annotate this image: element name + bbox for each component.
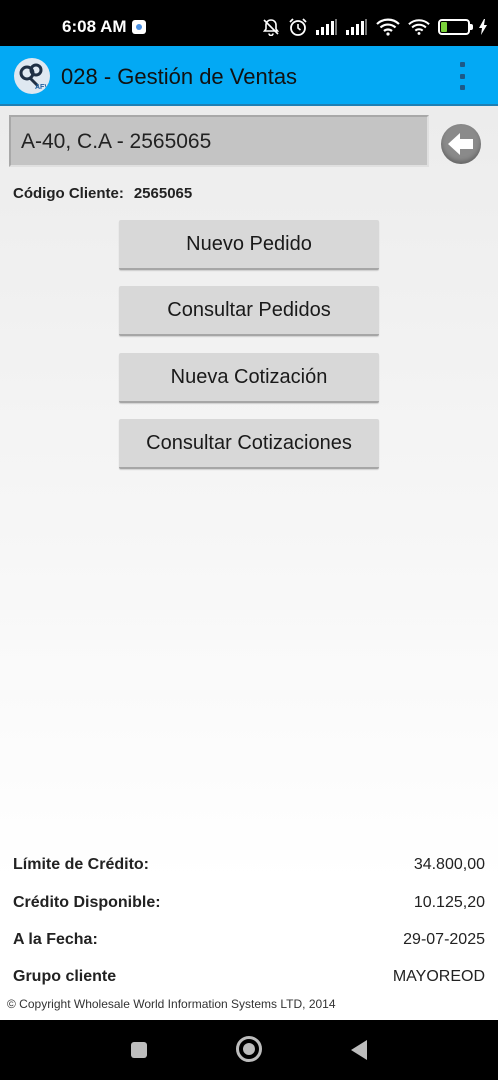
credit-limit-row: Límite de Crédito: 34.800,00 — [13, 856, 485, 880]
new-order-button[interactable]: Nuevo Pedido — [119, 220, 379, 270]
app-logo-icon: AFV — [14, 58, 50, 94]
client-code-value: 2565065 — [133, 185, 193, 202]
status-time: 6:08 AM — [62, 17, 127, 36]
wifi-icon — [376, 18, 400, 36]
home-icon[interactable] — [236, 1036, 262, 1062]
app-title: 028 - Gestión de Ventas — [61, 64, 298, 89]
signal-icon-2 — [346, 19, 367, 35]
copyright-text: © Copyright Wholesale World Information … — [7, 997, 336, 1011]
view-quotes-button[interactable]: Consultar Cotizaciones — [119, 419, 379, 469]
client-group-value: MAYOREOD — [392, 968, 485, 985]
app-logo-text: AFV — [35, 84, 49, 91]
new-quote-button[interactable]: Nueva Cotización — [119, 353, 379, 403]
date-value: 29-07-2025 — [403, 931, 485, 948]
client-name-field: A-40, C.A - 2565065 — [9, 115, 429, 167]
bell-off-icon — [262, 19, 280, 36]
back-arrow-icon — [448, 133, 473, 155]
credit-available-label: Crédito Disponible: — [13, 894, 161, 911]
recent-apps-icon[interactable] — [131, 1042, 147, 1058]
alarm-icon — [289, 18, 307, 36]
credit-available-value: 10.125,20 — [413, 894, 485, 911]
credit-limit-value: 34.800,00 — [413, 856, 485, 873]
system-nav-bar — [0, 1020, 498, 1080]
status-icons: 30 — [262, 16, 488, 38]
client-group-label: Grupo cliente — [13, 968, 117, 985]
client-code-row: Código Cliente: 2565065 — [13, 185, 192, 202]
status-bar: 6:08 AM 30 — [0, 0, 498, 46]
credit-limit-label: Límite de Crédito: — [13, 856, 150, 873]
client-group-row: Grupo cliente MAYOREOD — [13, 968, 485, 992]
signal-icon — [316, 19, 337, 35]
main-content: A-40, C.A - 2565065 Código Cliente: 25650… — [0, 106, 498, 1020]
back-arrow-button[interactable] — [441, 124, 481, 164]
credit-available-row: Crédito Disponible: 10.125,20 — [13, 894, 485, 918]
wifi-icon-2 — [408, 19, 430, 35]
battery-level: 30 — [447, 20, 461, 32]
date-label: A la Fecha: — [13, 931, 98, 948]
client-name: A-40, C.A - 2565065 — [21, 130, 212, 153]
app-bar: AFV 028 - Gestión de Ventas — [0, 46, 498, 106]
date-row: A la Fecha: 29-07-2025 — [13, 931, 485, 955]
battery-icon: 30 — [438, 19, 473, 35]
overflow-menu-icon[interactable] — [457, 62, 467, 90]
nav-back-icon[interactable] — [351, 1040, 367, 1060]
charging-icon — [479, 19, 487, 35]
client-code-label: Código Cliente: — [13, 185, 124, 202]
app-notification-icon — [132, 20, 146, 34]
view-orders-button[interactable]: Consultar Pedidos — [119, 286, 379, 336]
